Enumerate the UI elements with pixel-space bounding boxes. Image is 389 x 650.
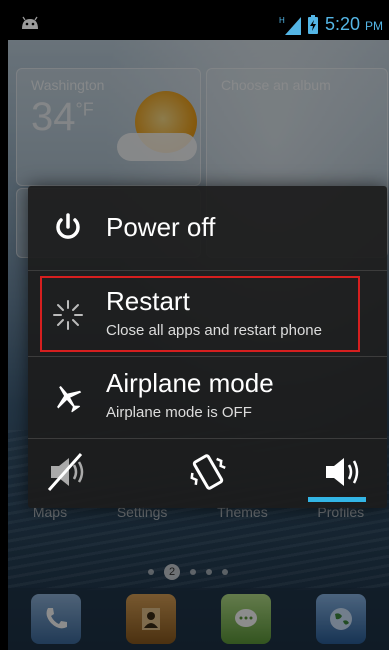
vibrate-mode-button[interactable]	[178, 446, 238, 498]
restart-description: Close all apps and restart phone	[106, 322, 322, 339]
status-clock: 5:20 PM	[325, 14, 383, 35]
battery-charging-icon	[307, 14, 318, 34]
selected-mode-indicator	[308, 497, 366, 502]
speaker-muted-icon	[47, 453, 84, 491]
restart-label: Restart	[106, 286, 190, 316]
clock-time: 5:20	[324, 14, 360, 34]
vibrate-icon	[190, 454, 226, 490]
clock-ampm: PM	[365, 19, 383, 33]
restart-option[interactable]: Restart Close all apps and restart phone	[28, 270, 387, 356]
airplane-mode-option[interactable]: Airplane mode Airplane mode is OFF	[28, 356, 387, 438]
airplane-mode-label: Airplane mode	[106, 368, 274, 398]
power-icon	[56, 213, 80, 239]
airplane-mode-status: Airplane mode is OFF	[106, 404, 252, 421]
silent-mode-button[interactable]	[38, 446, 98, 498]
restart-spinner-icon	[53, 300, 83, 330]
signal-strength-icon: H	[279, 16, 301, 35]
restart-highlight-box	[40, 276, 360, 352]
power-off-label: Power off	[106, 212, 216, 242]
speaker-on-icon	[326, 458, 359, 486]
home-screen: H 5:20 PM Washington 34°F Choose an albu…	[8, 8, 389, 650]
airplane-icon	[57, 385, 82, 413]
power-options-dialog: Power off Restart Close all apps and res…	[28, 186, 387, 508]
power-off-option[interactable]: Power off	[28, 186, 387, 270]
sound-mode-selector	[28, 438, 387, 508]
android-notification-icon	[22, 16, 38, 29]
network-type-label: H	[279, 16, 285, 25]
status-bar: H 5:20 PM	[8, 8, 389, 40]
sound-on-mode-button[interactable]	[313, 446, 373, 498]
